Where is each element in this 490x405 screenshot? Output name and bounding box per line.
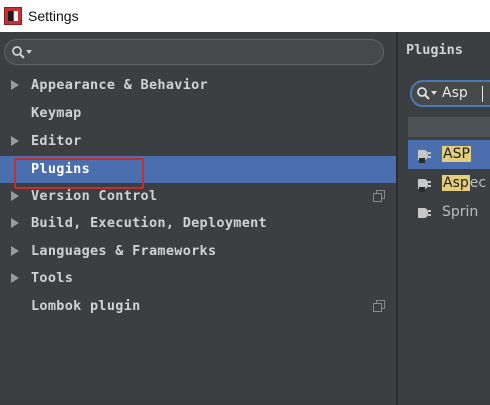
sidebar-item-label: Build, Execution, Deployment xyxy=(31,215,267,231)
sidebar-item-label: Appearance & Behavior xyxy=(31,77,208,93)
expand-arrow-icon[interactable] xyxy=(11,191,19,201)
sidebar-item-keymap[interactable]: Keymap xyxy=(0,100,396,127)
sidebar-item-label: Editor xyxy=(31,133,82,149)
sidebar-item-label: Version Control xyxy=(31,188,158,204)
plugins-list-header xyxy=(408,117,490,137)
expand-arrow-icon[interactable] xyxy=(11,136,19,146)
window-title: Settings xyxy=(28,8,79,24)
search-match-highlight: ASP xyxy=(442,146,471,162)
intellij-app-icon xyxy=(4,7,22,25)
project-settings-icon xyxy=(373,300,385,312)
plugin-row-spring[interactable]: Sprin xyxy=(408,198,490,227)
plugins-search-value: Asp xyxy=(442,85,468,101)
sidebar-item-appearance-behavior[interactable]: Appearance & Behavior xyxy=(0,72,396,99)
plugin-icon xyxy=(418,179,431,192)
sidebar-item-label: Languages & Frameworks xyxy=(31,243,217,259)
plugin-name: Sprin xyxy=(442,204,479,220)
sidebar-item-label: Plugins xyxy=(31,161,90,177)
search-icon xyxy=(417,87,437,100)
sidebar-item-build-execution-deployment[interactable]: Build, Execution, Deployment xyxy=(0,210,396,237)
sidebar-item-label: Lombok plugin xyxy=(31,298,141,314)
plugin-name: Aspec xyxy=(442,175,487,191)
plugin-row-aspectj[interactable]: Aspec xyxy=(408,169,490,198)
plugins-search-input[interactable]: Asp xyxy=(410,80,490,107)
sidebar-item-languages-frameworks[interactable]: Languages & Frameworks xyxy=(0,238,396,265)
search-match-highlight: Asp xyxy=(442,175,470,191)
settings-sidebar: Appearance & Behavior Keymap Editor Plug… xyxy=(0,32,396,405)
plugin-icon xyxy=(418,150,431,163)
plugin-row-asp[interactable]: ASP xyxy=(408,140,490,169)
plugin-name: ASP xyxy=(442,146,471,162)
sidebar-item-plugins[interactable]: Plugins xyxy=(0,156,396,183)
sidebar-item-editor[interactable]: Editor xyxy=(0,128,396,155)
title-bar: Settings xyxy=(0,0,490,32)
sidebar-item-label: Tools xyxy=(31,270,74,286)
plugins-panel-title: Plugins xyxy=(406,42,463,58)
plugin-icon xyxy=(418,208,431,218)
plugins-panel: Plugins Asp ASP Aspec Sprin xyxy=(398,32,490,405)
sidebar-item-version-control[interactable]: Version Control xyxy=(0,183,396,210)
expand-arrow-icon[interactable] xyxy=(11,80,19,90)
sidebar-item-lombok-plugin[interactable]: Lombok plugin xyxy=(0,293,396,320)
sidebar-item-tools[interactable]: Tools xyxy=(0,265,396,292)
sidebar-item-label: Keymap xyxy=(31,105,82,121)
project-settings-icon xyxy=(373,190,385,202)
search-icon xyxy=(12,46,32,59)
expand-arrow-icon[interactable] xyxy=(11,273,19,283)
expand-arrow-icon[interactable] xyxy=(11,246,19,256)
expand-arrow-icon[interactable] xyxy=(11,218,19,228)
text-caret xyxy=(482,86,483,102)
settings-search-input[interactable] xyxy=(4,39,384,65)
